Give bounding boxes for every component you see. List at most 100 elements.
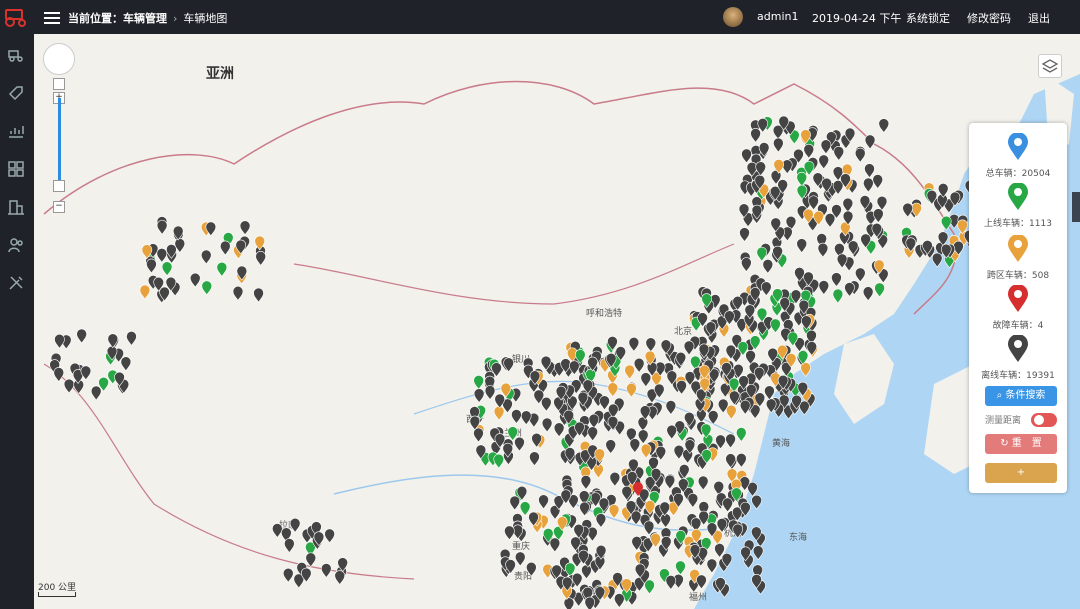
vehicle-marker[interactable]	[931, 252, 943, 268]
vehicle-marker[interactable]	[817, 242, 829, 258]
pan-control[interactable]	[43, 43, 75, 75]
zoom-level-marker[interactable]	[53, 180, 65, 192]
vehicle-marker[interactable]	[842, 197, 854, 213]
vehicle-marker[interactable]	[201, 280, 213, 296]
vehicle-marker[interactable]	[599, 395, 610, 411]
vehicle-marker[interactable]	[764, 385, 775, 401]
vehicle-marker[interactable]	[156, 220, 168, 235]
vehicle-marker[interactable]	[156, 248, 168, 263]
vehicle-marker[interactable]	[664, 474, 676, 490]
vehicle-marker[interactable]	[750, 128, 761, 143]
vehicle-marker[interactable]	[940, 215, 952, 231]
vehicle-marker[interactable]	[126, 331, 137, 346]
vehicle-marker[interactable]	[854, 147, 866, 163]
vehicle-marker[interactable]	[239, 220, 251, 236]
vehicle-marker[interactable]	[628, 337, 640, 352]
vehicle-marker[interactable]	[334, 570, 346, 586]
vehicle-marker[interactable]	[831, 272, 842, 288]
vehicle-marker[interactable]	[741, 257, 752, 273]
vehicle-marker[interactable]	[863, 177, 874, 193]
vehicle-marker[interactable]	[580, 475, 592, 490]
vehicle-marker[interactable]	[76, 328, 87, 344]
vehicle-marker[interactable]	[862, 286, 874, 302]
vehicle-marker[interactable]	[665, 575, 677, 590]
vehicle-icon[interactable]	[7, 46, 25, 64]
vehicle-marker[interactable]	[818, 154, 830, 170]
vehicle-marker[interactable]	[722, 497, 733, 513]
layers-icon[interactable]	[1038, 54, 1062, 78]
vehicle-marker[interactable]	[762, 259, 774, 274]
vehicle-marker[interactable]	[796, 238, 808, 254]
vehicle-marker[interactable]	[626, 382, 637, 398]
vehicle-marker[interactable]	[666, 424, 678, 440]
building-icon[interactable]	[7, 198, 25, 216]
vehicle-marker[interactable]	[529, 451, 540, 467]
vehicle-marker[interactable]	[584, 596, 596, 609]
vehicle-marker[interactable]	[741, 148, 752, 164]
vehicle-marker[interactable]	[514, 436, 525, 452]
vehicle-marker[interactable]	[189, 272, 201, 288]
vehicle-marker[interactable]	[735, 427, 747, 442]
vehicle-marker[interactable]	[289, 518, 301, 533]
reset-button[interactable]: ↻ 重 置	[985, 434, 1057, 454]
vehicle-marker[interactable]	[588, 413, 600, 429]
vehicle-marker[interactable]	[902, 202, 913, 218]
menu-toggle-button[interactable]	[44, 9, 60, 25]
vehicle-marker[interactable]	[605, 439, 617, 455]
vehicle-marker[interactable]	[824, 213, 836, 228]
vehicle-marker[interactable]	[683, 340, 695, 356]
vehicle-marker[interactable]	[665, 400, 677, 415]
vehicle-marker[interactable]	[232, 286, 244, 301]
vehicle-marker[interactable]	[874, 282, 885, 298]
vehicle-marker[interactable]	[872, 174, 884, 189]
vehicle-marker[interactable]	[473, 375, 484, 390]
vehicle-marker[interactable]	[511, 409, 522, 424]
vehicle-marker[interactable]	[161, 261, 173, 277]
vehicle-marker[interactable]	[808, 195, 819, 211]
vehicle-marker[interactable]	[640, 443, 652, 459]
vehicle-marker[interactable]	[803, 143, 815, 159]
change-password-link[interactable]: 修改密码	[967, 10, 1011, 26]
logout-link[interactable]: 退出	[1028, 10, 1050, 26]
users-icon[interactable]	[7, 236, 25, 254]
breadcrumb-section[interactable]: 车辆管理	[123, 10, 167, 26]
vehicle-marker[interactable]	[800, 362, 811, 377]
vehicle-marker[interactable]	[139, 284, 151, 300]
dashboard-icon[interactable]	[7, 160, 25, 178]
measure-distance-toggle[interactable]	[1031, 413, 1057, 427]
vehicle-marker[interactable]	[538, 494, 549, 510]
vehicle-marker[interactable]	[675, 560, 686, 576]
vehicle-marker[interactable]	[697, 475, 709, 491]
vehicle-marker[interactable]	[484, 385, 496, 401]
vehicle-marker[interactable]	[818, 280, 830, 295]
vehicle-marker[interactable]	[146, 258, 157, 274]
vehicle-marker[interactable]	[725, 404, 737, 420]
vehicle-marker[interactable]	[255, 251, 267, 266]
vehicle-marker[interactable]	[707, 410, 719, 425]
vehicle-marker[interactable]	[739, 400, 751, 415]
username[interactable]: admin1	[757, 10, 798, 23]
vehicle-marker[interactable]	[324, 528, 335, 544]
vehicle-marker[interactable]	[53, 367, 65, 382]
vehicle-marker[interactable]	[493, 453, 505, 469]
vehicle-marker[interactable]	[752, 545, 764, 561]
vehicle-marker[interactable]	[526, 561, 537, 577]
avatar[interactable]	[723, 7, 743, 27]
vehicle-marker[interactable]	[725, 433, 736, 449]
vehicle-marker[interactable]	[579, 501, 590, 517]
vehicle-marker[interactable]	[553, 422, 565, 438]
add-button[interactable]: +	[985, 463, 1057, 483]
vehicle-marker[interactable]	[864, 134, 876, 150]
vehicle-marker[interactable]	[607, 382, 619, 398]
vehicle-marker[interactable]	[832, 288, 844, 304]
vehicle-marker[interactable]	[640, 372, 652, 388]
vehicle-marker[interactable]	[608, 504, 620, 519]
tools-icon[interactable]	[7, 274, 25, 292]
vehicle-marker[interactable]	[54, 333, 65, 349]
vehicle-marker[interactable]	[493, 405, 505, 421]
vehicle-marker[interactable]	[864, 163, 875, 179]
vehicle-marker[interactable]	[833, 146, 845, 161]
vehicle-marker[interactable]	[90, 385, 102, 401]
vehicle-marker[interactable]	[732, 523, 744, 539]
vehicle-marker[interactable]	[756, 246, 768, 262]
